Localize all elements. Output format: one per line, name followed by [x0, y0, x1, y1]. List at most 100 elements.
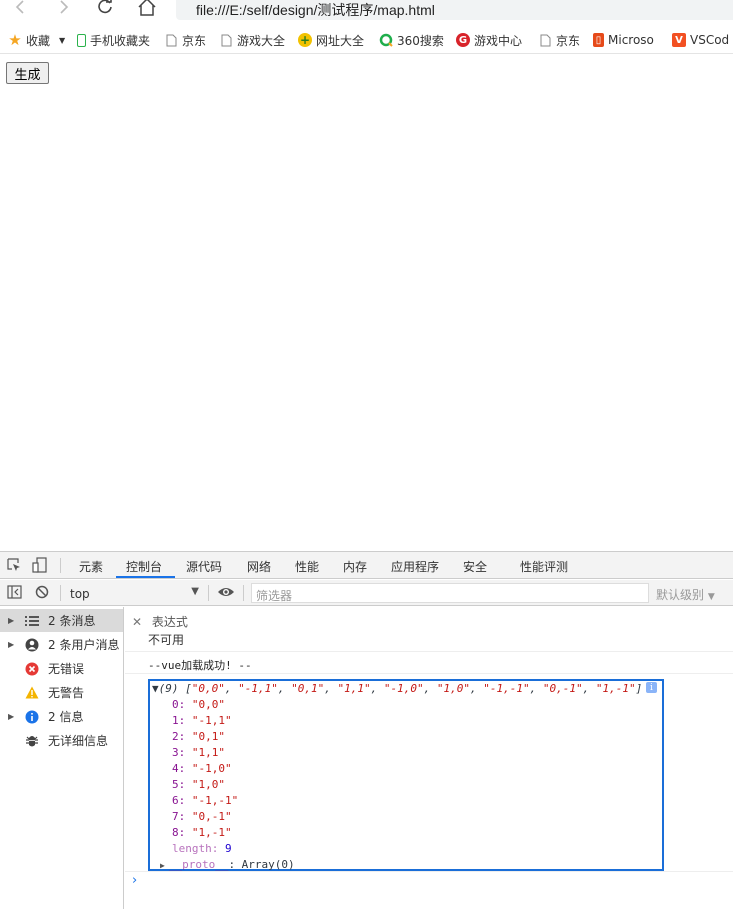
log-levels-dropdown[interactable]: 默认级别 ▼ [656, 586, 715, 603]
tab-lighthouse[interactable]: 性能评测 [520, 558, 568, 575]
chevron-down-icon: ▼ [59, 35, 66, 45]
sidebar-item-messages[interactable]: ▶ 2 条消息 [0, 609, 123, 632]
live-expression-value: 不可用 [148, 633, 185, 647]
office-icon: ▯ [593, 33, 604, 47]
bookmark-item[interactable]: ▯ Microso [593, 31, 654, 49]
search-360-icon [379, 33, 393, 47]
page-icon [538, 33, 552, 47]
live-expression-eye-icon[interactable] [217, 585, 234, 601]
sidebar-toggle-icon[interactable] [7, 585, 23, 601]
list-item: 7: "0,-1" [172, 810, 232, 823]
generate-button[interactable]: 生成 [6, 62, 49, 84]
array-summary[interactable]: ▼(9) ["0,0", "-1,1", "0,1", "1,1", "-1,0… [152, 682, 642, 695]
browser-toolbar: file:///E:/self/design/测试程序/map.html [0, 0, 733, 26]
console-output: ✕ 表达式 不可用 --vue加载成功! -- ▼(9) ["0,0", "-1… [125, 607, 733, 909]
sidebar-item-info[interactable]: ▶ 2 信息 [0, 705, 123, 728]
vscode-icon: V [672, 33, 686, 47]
tab-console[interactable]: 控制台 [126, 558, 162, 575]
expand-arrow-icon: ▶ [160, 861, 165, 870]
list-icon [24, 613, 40, 629]
bookmark-item[interactable]: V VSCod [672, 31, 729, 49]
array-length: length: 9 [172, 842, 232, 855]
list-item: 2: "0,1" [172, 730, 225, 743]
reload-icon [96, 0, 114, 16]
sidebar-item-errors[interactable]: 无错误 [0, 657, 123, 680]
console-sidebar: ▶ 2 条消息 ▶ 2 条用户消息 无错误 无警告 ▶ 2 信息 无详细信息 [0, 607, 124, 909]
bookmark-item[interactable]: 京东 [164, 31, 206, 49]
console-filter-input[interactable]: 筛选器 [251, 583, 649, 603]
page-icon [219, 33, 233, 47]
back-arrow-icon [14, 0, 28, 14]
list-item: 4: "-1,0" [172, 762, 232, 775]
reload-button[interactable] [94, 0, 116, 18]
divider [243, 585, 244, 601]
inspect-element-icon[interactable] [6, 557, 22, 573]
bookmark-item[interactable]: G 游戏中心 [456, 31, 522, 49]
sidebar-item-verbose[interactable]: 无详细信息 [0, 729, 123, 752]
verbose-icon [24, 733, 40, 749]
bookmarks-bar: ★ 收藏 ▼ 手机收藏夹 京东 游戏大全 + 网址大全 360搜索 G 游戏中心… [0, 26, 733, 54]
warning-icon [24, 685, 40, 701]
user-icon [24, 637, 40, 653]
list-item: 6: "-1,-1" [172, 794, 239, 807]
clear-console-icon[interactable] [35, 585, 51, 601]
live-expression-header: ✕ 表达式 [132, 615, 188, 629]
phone-icon [77, 33, 86, 47]
device-toolbar-icon[interactable] [32, 557, 48, 573]
forward-arrow-icon [56, 0, 70, 14]
context-select[interactable]: top ▼ [66, 583, 201, 603]
error-icon [24, 661, 40, 677]
back-button[interactable] [10, 0, 32, 18]
chevron-down-icon: ▼ [707, 592, 715, 602]
console-prompt-icon[interactable]: › [132, 873, 137, 888]
url-text: file:///E:/self/design/测试程序/map.html [196, 2, 435, 18]
expand-arrow-icon: ▶ [8, 616, 15, 625]
bookmark-item[interactable]: 京东 [538, 31, 580, 49]
list-item: 5: "1,0" [172, 778, 225, 791]
console-toolbar: top ▼ 筛选器 默认级别 ▼ [0, 580, 733, 606]
tab-sources[interactable]: 源代码 [186, 558, 222, 575]
forward-button[interactable] [52, 0, 74, 18]
divider [60, 558, 61, 573]
tab-elements[interactable]: 元素 [79, 558, 103, 575]
list-item: 8: "1,-1" [172, 826, 232, 839]
expand-arrow-icon: ▶ [8, 640, 15, 649]
browser-window: file:///E:/self/design/测试程序/map.html ★ 收… [0, 0, 733, 909]
array-object-preview[interactable]: ▼(9) ["0,0", "-1,1", "0,1", "1,1", "-1,0… [148, 679, 664, 871]
page-icon [164, 33, 178, 47]
bookmark-item[interactable]: 360搜索 [379, 31, 444, 49]
info-icon [24, 709, 40, 725]
expand-arrow-icon: ▶ [8, 712, 15, 721]
site-nav-icon: + [298, 33, 312, 47]
list-item: 3: "1,1" [172, 746, 225, 759]
sidebar-item-warnings[interactable]: 无警告 [0, 681, 123, 704]
list-item: 1: "-1,1" [172, 714, 232, 727]
array-proto[interactable]: ▶ __proto__: Array(0) [160, 858, 295, 871]
home-icon [137, 0, 157, 16]
divider [125, 673, 733, 674]
home-button[interactable] [136, 0, 158, 18]
tab-performance[interactable]: 性能 [295, 558, 319, 575]
tab-application[interactable]: 应用程序 [391, 558, 439, 575]
devtools-panel: 元素 控制台 源代码 网络 性能 内存 应用程序 安全 性能评测 top ▼ 筛… [0, 551, 733, 909]
bookmark-item[interactable]: 手机收藏夹 [77, 31, 150, 49]
tab-network[interactable]: 网络 [247, 558, 271, 575]
bookmark-item[interactable]: + 网址大全 [298, 31, 364, 49]
divider [125, 871, 733, 872]
sidebar-item-user-messages[interactable]: ▶ 2 条用户消息 [0, 633, 123, 656]
bookmark-item[interactable]: 游戏大全 [219, 31, 285, 49]
bookmark-favorites[interactable]: ★ 收藏 ▼ [8, 31, 65, 49]
close-icon[interactable]: ✕ [132, 615, 142, 629]
console-log-message: --vue加载成功! -- [148, 659, 252, 672]
list-item: 0: "0,0" [172, 698, 225, 711]
chevron-down-icon: ▼ [191, 586, 199, 597]
tab-memory[interactable]: 内存 [343, 558, 367, 575]
divider [208, 585, 209, 601]
address-bar[interactable]: file:///E:/self/design/测试程序/map.html [176, 0, 733, 20]
star-icon: ★ [8, 31, 22, 49]
divider [125, 651, 733, 652]
tab-security[interactable]: 安全 [463, 558, 487, 575]
active-tab-indicator [116, 576, 175, 578]
game-center-icon: G [456, 33, 470, 47]
devtools-tab-bar: 元素 控制台 源代码 网络 性能 内存 应用程序 安全 性能评测 [0, 552, 733, 579]
